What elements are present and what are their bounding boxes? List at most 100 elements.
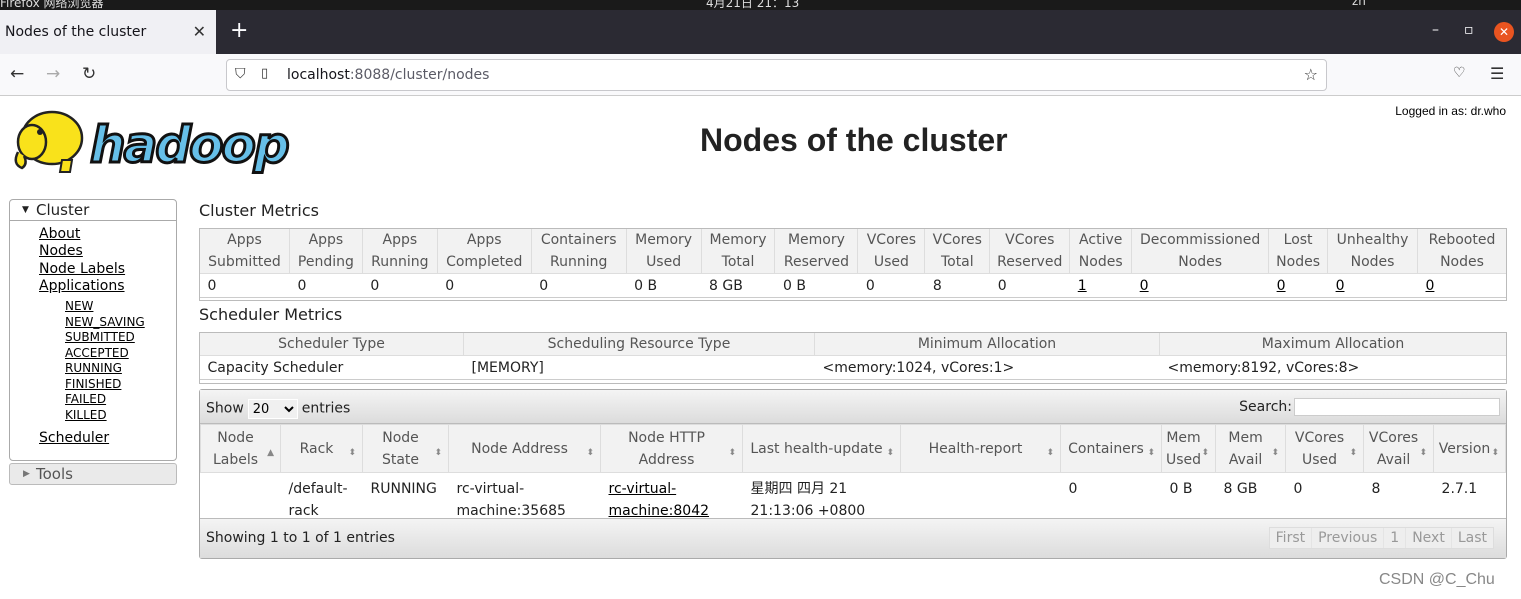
cluster-metric-value: 0 [362, 273, 438, 298]
cluster-metric-link[interactable]: 1 [1078, 278, 1087, 294]
app-state-finished[interactable]: FINISHED [65, 377, 145, 393]
nodes-column-header[interactable]: Health-report ⬍ [900, 424, 1061, 473]
cluster-metric-header: Apps Submitted [199, 228, 290, 274]
cluster-metric-link[interactable]: 0 [1426, 278, 1435, 294]
app-state-killed[interactable]: KILLED [65, 408, 145, 424]
cluster-metric-header: Apps Running [361, 228, 438, 274]
pager-page-1[interactable]: 1 [1384, 528, 1407, 548]
tab-title: Nodes of the cluster [5, 24, 147, 40]
app-state-submitted[interactable]: SUBMITTED [65, 330, 145, 346]
browser-tab[interactable]: Nodes of the cluster ✕ [0, 10, 216, 54]
cluster-metric-header: Apps Completed [436, 228, 532, 274]
hadoop-logo[interactable]: hadoop [10, 104, 310, 176]
sidebar-tools[interactable]: ▶ Tools [9, 463, 177, 485]
app-state-failed[interactable]: FAILED [65, 392, 145, 408]
app-state-new[interactable]: NEW [65, 299, 145, 315]
search-label: Search: [1239, 399, 1292, 415]
hamburger-menu-icon[interactable]: ☰ [1490, 64, 1504, 83]
cluster-metric-link[interactable]: 0 [1277, 278, 1286, 294]
page-title: Nodes of the cluster [700, 122, 1008, 158]
sort-ascending-icon: ▲ [267, 448, 274, 458]
forward-icon[interactable]: → [46, 64, 60, 84]
nodes-column-header[interactable]: Node Address ⬍ [448, 424, 601, 473]
cluster-metric-value: 0 [1268, 273, 1328, 298]
sched-header-type: Scheduler Type [199, 332, 464, 356]
cluster-metric-value: 8 [924, 273, 990, 298]
cluster-metric-value: 0 [857, 273, 925, 298]
os-top-bar: Firefox 网络浏览器 4月21日 21：13 zh [0, 0, 1521, 10]
node-http-link[interactable]: rc-virtual-machine:8042 [609, 481, 710, 519]
sidebar-link-about[interactable]: About [39, 226, 125, 243]
cluster-metric-header: Apps Pending [288, 228, 363, 274]
nodes-column-header[interactable]: Rack ⬍ [280, 424, 363, 473]
nodes-column-header[interactable]: Mem Used ⬍ [1160, 424, 1217, 473]
back-icon[interactable]: ← [10, 64, 24, 84]
cluster-metric-header: Decommissioned Nodes [1131, 228, 1270, 274]
sidebar-link-nodes[interactable]: Nodes [39, 243, 125, 260]
pocket-icon[interactable]: ♡ [1453, 65, 1466, 81]
cluster-metric-header: Unhealthy Nodes [1327, 228, 1418, 274]
tab-close-icon[interactable]: ✕ [193, 22, 206, 41]
sort-both-icon: ⬍ [1046, 448, 1054, 458]
cluster-metric-value: 0 [289, 273, 363, 298]
pager-first[interactable]: First [1270, 528, 1313, 548]
nodes-column-header[interactable]: Node Labels ▲ [200, 424, 281, 473]
cluster-metric-value: 0 B [626, 273, 702, 298]
sidebar-cluster-header[interactable]: ▼ Cluster [10, 200, 176, 221]
sort-both-icon: ⬍ [586, 448, 594, 458]
sched-value-resource-type: [MEMORY] [463, 355, 815, 380]
cluster-metric-value: 0 [1131, 273, 1269, 298]
app-state-accepted[interactable]: ACCEPTED [65, 346, 145, 362]
cluster-metric-value: 0 [989, 273, 1070, 298]
cluster-metric-value: 0 B [774, 273, 858, 298]
nodes-column-header[interactable]: VCores Used ⬍ [1285, 424, 1365, 473]
table-info: Showing 1 to 1 of 1 entries [206, 530, 395, 546]
os-app-name: Firefox 网络浏览器 [0, 0, 104, 10]
cluster-metric-header: VCores Total [924, 228, 991, 274]
url-bar[interactable]: ⛉ ▯ localhost:8088/cluster/nodes ☆ [226, 59, 1327, 91]
cluster-metric-link[interactable]: 0 [1140, 278, 1149, 294]
cluster-metric-value: 0 [199, 273, 290, 298]
nodes-column-header[interactable]: Node HTTP Address ⬍ [600, 424, 743, 473]
nodes-column-header[interactable]: Mem Avail ⬍ [1215, 424, 1287, 473]
cluster-metric-link[interactable]: 0 [1336, 278, 1345, 294]
expand-triangle-icon: ▶ [23, 469, 30, 479]
bookmark-star-icon[interactable]: ☆ [1304, 65, 1318, 84]
nodes-column-header[interactable]: Node State ⬍ [362, 424, 449, 473]
pager-next[interactable]: Next [1406, 528, 1452, 548]
cluster-metric-header: Rebooted Nodes [1417, 228, 1507, 274]
url-text[interactable]: localhost:8088/cluster/nodes [287, 67, 489, 83]
cluster-metric-value: 0 [437, 273, 532, 298]
app-state-running[interactable]: RUNNING [65, 361, 145, 377]
os-lang: zh [1352, 0, 1366, 8]
nodes-column-header[interactable]: VCores Avail ⬍ [1363, 424, 1435, 473]
window-close-icon[interactable]: ✕ [1494, 22, 1514, 42]
page-icon[interactable]: ▯ [261, 66, 268, 81]
reload-icon[interactable]: ↻ [82, 64, 96, 84]
sidebar-link-scheduler[interactable]: Scheduler [39, 430, 109, 446]
logged-in-text: Logged in as: dr.who [1395, 104, 1506, 118]
datatable-footer: Showing 1 to 1 of 1 entries First Previo… [200, 518, 1506, 558]
pager-last[interactable]: Last [1452, 528, 1493, 548]
sched-header-max-alloc: Maximum Allocation [1159, 332, 1507, 356]
shield-icon[interactable]: ⛉ [235, 66, 246, 82]
nodes-datatable: Show 20 entries Search: Node Labels ▲ Rack ⬍ No… [199, 389, 1507, 559]
sort-both-icon: ⬍ [886, 448, 894, 458]
sidebar-link-node-labels[interactable]: Node Labels [39, 261, 125, 278]
sidebar-link-applications[interactable]: Applications [39, 278, 125, 295]
cluster-metric-value: 0 [1417, 273, 1507, 298]
cluster-metric-header: VCores Reserved [989, 228, 1071, 274]
nodes-column-header[interactable]: Containers ⬍ [1060, 424, 1162, 473]
minimize-icon[interactable]: – [1432, 22, 1439, 38]
datatable-toolbar: Show 20 entries Search: [200, 390, 1506, 424]
restore-icon[interactable]: ▫ [1464, 22, 1474, 38]
page-size-select[interactable]: 20 [247, 399, 298, 419]
app-state-new-saving[interactable]: NEW_SAVING [65, 315, 145, 331]
pager-previous[interactable]: Previous [1312, 528, 1385, 548]
new-tab-icon[interactable]: + [230, 18, 248, 43]
nodes-column-header[interactable]: Version ⬍ [1433, 424, 1506, 473]
nodes-column-header[interactable]: Last health-update ⬍ [742, 424, 901, 473]
cluster-metric-header: Memory Used [625, 228, 702, 274]
search-input[interactable] [1294, 398, 1500, 416]
sort-both-icon: ⬍ [1201, 448, 1210, 458]
